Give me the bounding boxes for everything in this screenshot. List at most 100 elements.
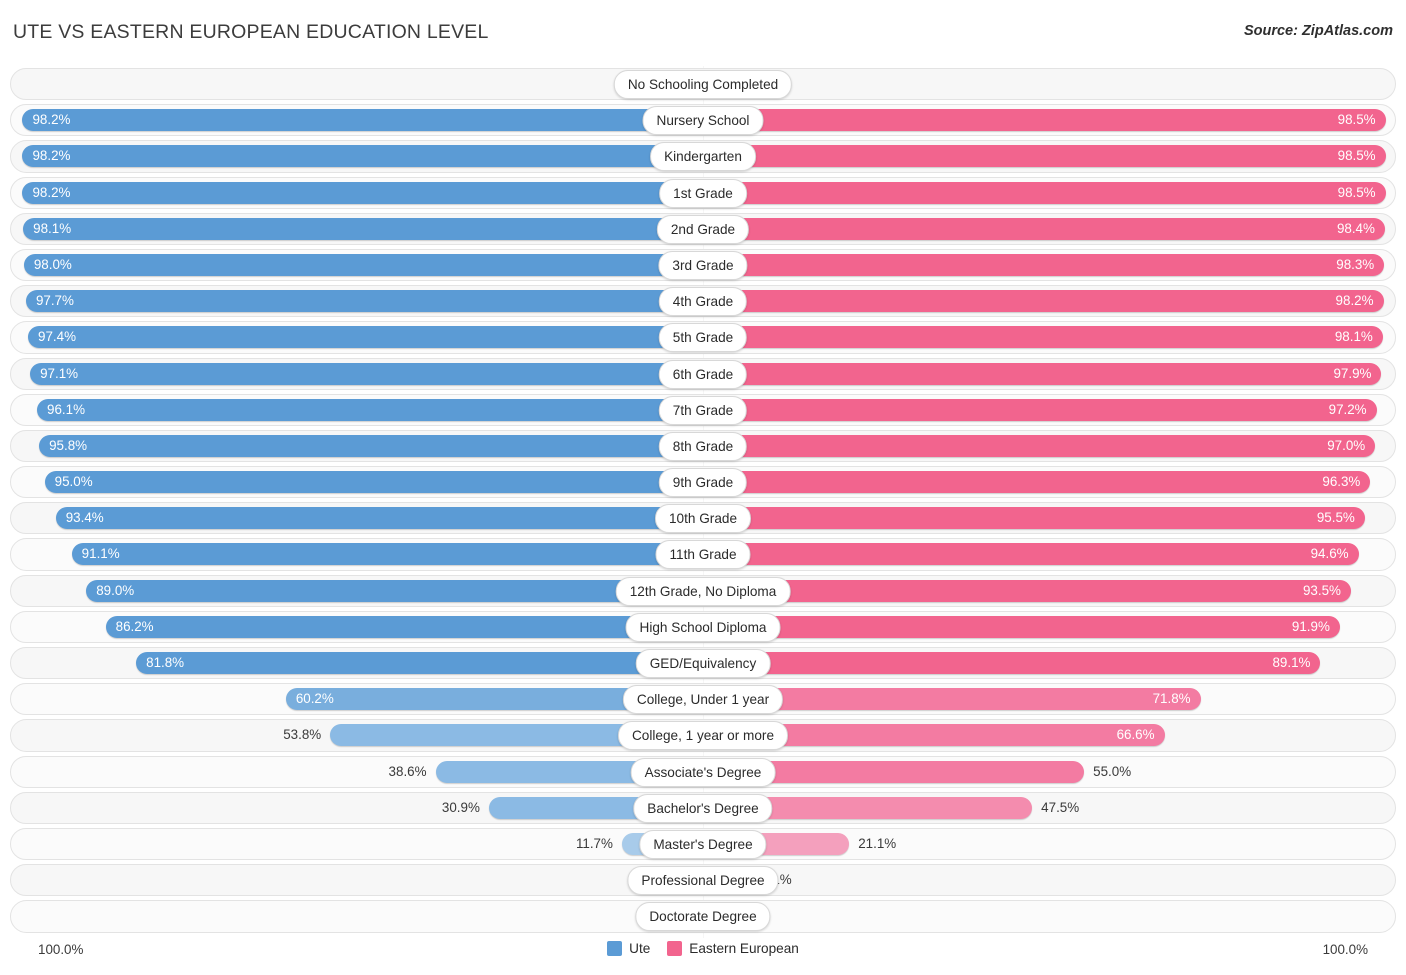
bar-ute[interactable] [22,109,703,131]
category-label[interactable]: 1st Grade [659,179,747,208]
page-title: UTE VS EASTERN EUROPEAN EDUCATION LEVEL [13,21,489,44]
value-label-eastern-european: 98.5% [1338,146,1376,166]
category-label[interactable]: Doctorate Degree [635,902,770,931]
chart-row: 4.0%7.1%Professional Degree [0,862,1406,898]
bar-eastern-european[interactable] [703,290,1384,312]
bar-ute[interactable] [136,652,703,674]
bar-ute[interactable] [37,399,703,421]
chart-row: 11.7%21.1%Master's Degree [0,826,1406,862]
chart-row: 89.0%93.5%12th Grade, No Diploma [0,573,1406,609]
bar-eastern-european[interactable] [703,580,1351,602]
value-label-eastern-european: 97.2% [1329,400,1367,420]
bar-eastern-european[interactable] [703,363,1381,385]
value-label-eastern-european: 71.8% [1153,689,1191,709]
bar-ute[interactable] [22,182,703,204]
bar-eastern-european[interactable] [703,471,1370,493]
chart-row: 53.8%66.6%College, 1 year or more [0,717,1406,753]
value-label-ute: 95.8% [49,436,87,456]
bar-eastern-european[interactable] [703,616,1340,638]
bar-ute[interactable] [28,326,703,348]
chart-row: 98.1%98.4%2nd Grade [0,211,1406,247]
category-label[interactable]: College, Under 1 year [623,685,783,714]
category-label[interactable]: 9th Grade [659,468,747,497]
category-label[interactable]: 11th Grade [655,540,750,569]
bar-eastern-european[interactable] [703,543,1359,565]
value-label-ute: 98.0% [34,255,72,275]
bar-eastern-european[interactable] [703,145,1386,167]
category-label[interactable]: 2nd Grade [657,215,749,244]
category-label[interactable]: Nursery School [643,106,764,135]
chart-row: 91.1%94.6%11th Grade [0,536,1406,572]
bar-ute[interactable] [23,218,703,240]
legend-label-eastern-european: Eastern European [689,941,799,956]
bar-ute[interactable] [56,507,703,529]
value-label-eastern-european: 98.1% [1335,327,1373,347]
category-label[interactable]: College, 1 year or more [618,721,788,750]
value-label-eastern-european: 55.0% [1093,762,1131,782]
value-label-eastern-european: 95.5% [1317,508,1355,528]
bar-eastern-european[interactable] [703,182,1386,204]
value-label-ute: 93.4% [66,508,104,528]
value-label-ute: 97.7% [36,291,74,311]
category-label[interactable]: GED/Equivalency [636,649,771,678]
chart-row: 98.2%98.5%1st Grade [0,175,1406,211]
legend-item-ute[interactable]: Ute [607,941,650,956]
bar-ute[interactable] [22,145,703,167]
value-label-ute: 38.6% [389,762,427,782]
value-label-ute: 86.2% [116,617,154,637]
bar-eastern-european[interactable] [703,218,1385,240]
bar-ute[interactable] [72,543,703,565]
legend: Ute Eastern European [0,941,1406,956]
category-label[interactable]: No Schooling Completed [614,70,792,99]
bar-eastern-european[interactable] [703,326,1383,348]
bar-ute[interactable] [86,580,703,602]
chart-footer: 100.0% 100.0% Ute Eastern European [0,938,1406,972]
category-label[interactable]: Kindergarten [650,142,756,171]
category-label[interactable]: Bachelor's Degree [633,794,772,823]
category-label[interactable]: 7th Grade [659,396,747,425]
value-label-eastern-european: 66.6% [1117,725,1155,745]
category-label[interactable]: Professional Degree [627,866,778,895]
bar-eastern-european[interactable] [703,254,1384,276]
value-label-ute: 97.4% [38,327,76,347]
category-label[interactable]: Associate's Degree [631,758,776,787]
bar-ute[interactable] [26,290,703,312]
category-label[interactable]: High School Diploma [626,613,781,642]
bar-eastern-european[interactable] [703,652,1320,674]
category-label[interactable]: 3rd Grade [658,251,747,280]
value-label-ute: 91.1% [82,544,120,564]
bar-ute[interactable] [45,471,703,493]
category-label[interactable]: 8th Grade [659,432,747,461]
value-label-ute: 98.1% [33,219,71,239]
bar-ute[interactable] [24,254,703,276]
bar-eastern-european[interactable] [703,435,1375,457]
chart-row: 30.9%47.5%Bachelor's Degree [0,790,1406,826]
value-label-ute: 89.0% [96,581,134,601]
bar-ute[interactable] [106,616,703,638]
chart-row: 98.2%98.5%Kindergarten [0,138,1406,174]
category-label[interactable]: Master's Degree [639,830,766,859]
bar-ute[interactable] [39,435,703,457]
chart-row: 97.7%98.2%4th Grade [0,283,1406,319]
category-label[interactable]: 12th Grade, No Diploma [616,577,791,606]
diverging-bar-chart: 2.3%1.6%No Schooling Completed 98.2%98.5%… [0,66,1406,938]
bar-eastern-european[interactable] [703,507,1365,529]
chart-row: 60.2%71.8%College, Under 1 year [0,681,1406,717]
bar-eastern-european[interactable] [703,399,1377,421]
legend-swatch-ute [607,941,622,956]
chart-row: 38.6% 55.0% Associate's Degree [0,754,1406,790]
legend-label-ute: Ute [629,941,650,956]
category-label[interactable]: 10th Grade [655,504,751,533]
source-label: Source: ZipAtlas.com [1244,23,1393,39]
category-label[interactable]: 5th Grade [659,323,747,352]
bar-eastern-european[interactable] [703,109,1386,131]
chart-row: 95.0%96.3%9th Grade [0,464,1406,500]
value-label-ute: 81.8% [146,653,184,673]
chart-row: 2.3%1.6%No Schooling Completed [0,66,1406,102]
category-label[interactable]: 4th Grade [659,287,747,316]
legend-item-eastern-european[interactable]: Eastern European [667,941,799,956]
category-label[interactable]: 6th Grade [659,360,747,389]
chart-row: 86.2% 91.9% High School Diploma [0,609,1406,645]
bar-ute[interactable] [30,363,703,385]
value-label-eastern-european: 91.9% [1292,617,1330,637]
